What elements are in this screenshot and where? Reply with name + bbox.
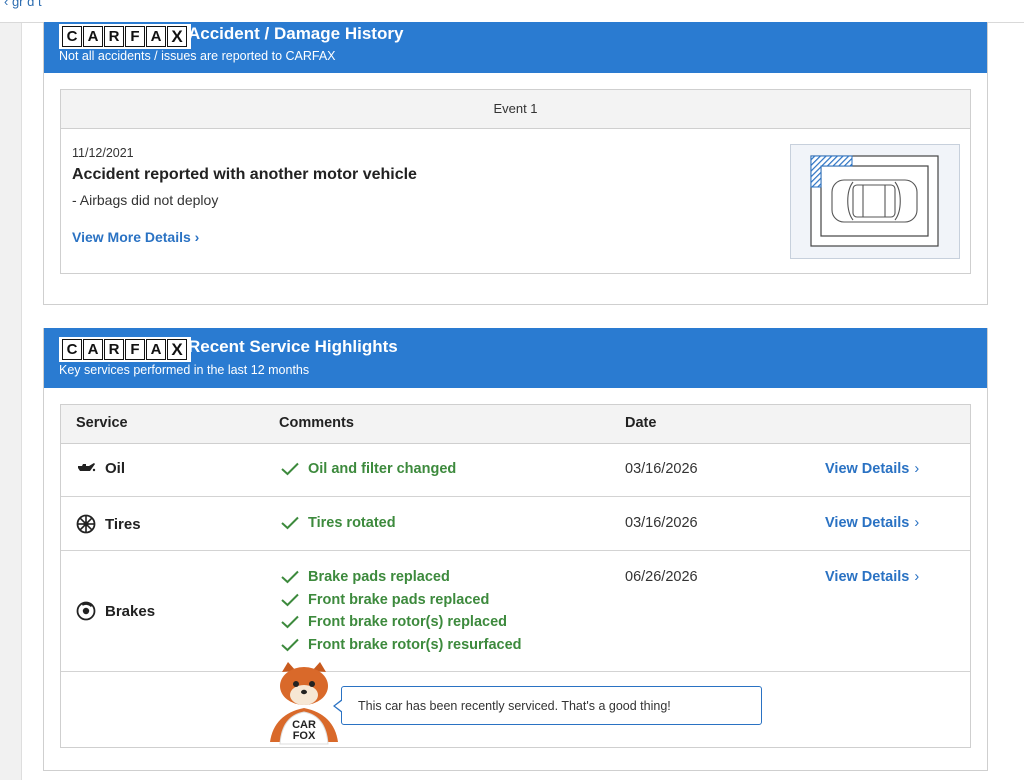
view-details-link[interactable]: View Details › xyxy=(825,515,919,531)
view-details-label: View Details xyxy=(825,569,910,585)
carfox-message-row: CAR FOX This car has been recently servi… xyxy=(61,662,970,747)
brake-disc-icon xyxy=(76,601,96,621)
logo-letter: R xyxy=(104,26,124,47)
carfox-mascot-icon: CAR FOX xyxy=(270,662,338,745)
check-icon xyxy=(281,638,299,652)
comment-text: Oil and filter changed xyxy=(308,461,457,478)
comment-item: Front brake pads replaced xyxy=(281,589,522,612)
check-icon xyxy=(281,517,299,530)
chevron-right-icon: › xyxy=(914,461,920,477)
comment-item: Tires rotated xyxy=(281,512,396,535)
service-name: Tires xyxy=(76,514,141,534)
accident-history-card: C A R F A X Accident / Damage History No… xyxy=(43,22,988,305)
comment-text: Front brake rotor(s) resurfaced xyxy=(308,636,522,653)
service-name: Brakes xyxy=(76,601,155,621)
check-icon xyxy=(281,463,299,476)
table-row: Tires Tires rotated 03/16/2026 View Deta… xyxy=(61,497,970,551)
logo-letter: F xyxy=(125,339,145,360)
comment-text: Front brake pads replaced xyxy=(308,591,490,608)
logo-letter: A xyxy=(146,339,166,360)
service-header: C A R F A X Recent Service Highlights Ke… xyxy=(44,328,987,388)
nav-fragment[interactable]: ‹ gr d t xyxy=(4,0,42,9)
damage-diagram xyxy=(790,144,960,259)
accident-header: C A R F A X Accident / Damage History No… xyxy=(44,22,987,73)
view-details-label: View Details xyxy=(825,461,910,477)
column-header-comments: Comments xyxy=(279,415,354,431)
left-rail xyxy=(0,0,22,780)
top-nav-strip: ‹ gr d t xyxy=(0,0,1024,23)
event-date: 11/12/2021 xyxy=(72,146,134,160)
logo-letter: A xyxy=(146,26,166,47)
logo-letter: C xyxy=(62,26,82,47)
comment-item: Front brake rotor(s) replaced xyxy=(281,611,522,634)
comment-item: Brake pads replaced xyxy=(281,566,522,589)
service-date: 03/16/2026 xyxy=(625,461,698,477)
view-details-link[interactable]: View Details › xyxy=(825,461,919,477)
check-icon xyxy=(281,616,299,629)
view-more-details-link[interactable]: View More Details › xyxy=(72,229,199,245)
carfax-logo: C A R F A X xyxy=(59,337,191,362)
service-highlights-card: C A R F A X Recent Service Highlights Ke… xyxy=(43,328,988,771)
comment-item: Front brake rotor(s) resurfaced xyxy=(281,634,522,657)
comment-text: Brake pads replaced xyxy=(308,569,450,586)
logo-letter: X xyxy=(167,339,187,360)
check-icon xyxy=(281,593,299,607)
check-icon xyxy=(281,571,299,584)
service-date: 06/26/2026 xyxy=(625,569,698,585)
service-label: Brakes xyxy=(105,602,156,620)
car-top-view-icon xyxy=(810,155,939,247)
accident-title: Accident / Damage History xyxy=(188,24,404,43)
table-row: Brakes Brake pads replaced Front brake p… xyxy=(61,551,970,672)
fox-speech-bubble: This car has been recently serviced. Tha… xyxy=(333,686,762,725)
service-table: Service Comments Date Oil Oil and filter… xyxy=(60,404,971,748)
column-header-service: Service xyxy=(76,415,128,431)
service-date: 03/16/2026 xyxy=(625,515,698,531)
carfax-logo: C A R F A X xyxy=(59,24,191,49)
event-label: Event 1 xyxy=(61,90,970,129)
event-headline: Accident reported with another motor veh… xyxy=(72,166,417,183)
comments-cell: Tires rotated xyxy=(281,512,396,535)
logo-letter: A xyxy=(83,26,103,47)
chevron-right-icon: › xyxy=(914,515,920,531)
table-header: Service Comments Date xyxy=(61,405,970,444)
logo-letter: C xyxy=(62,339,82,360)
service-subtitle: Key services performed in the last 12 mo… xyxy=(59,363,310,377)
comment-text: Tires rotated xyxy=(308,515,396,532)
comments-cell: Oil and filter changed xyxy=(281,458,456,481)
oil-can-icon xyxy=(78,462,96,471)
tire-icon xyxy=(76,514,96,534)
logo-letter: R xyxy=(104,339,124,360)
comment-text: Front brake rotor(s) replaced xyxy=(308,614,508,631)
event-note: - Airbags did not deploy xyxy=(72,192,219,208)
fox-shirt-text: FOX xyxy=(293,730,316,742)
event-box: Event 1 11/12/2021 Accident reported wit… xyxy=(60,89,971,274)
chevron-right-icon: › xyxy=(914,569,920,585)
accident-subtitle: Not all accidents / issues are reported … xyxy=(59,49,336,63)
logo-letter: X xyxy=(167,26,187,47)
service-label: Oil xyxy=(105,460,126,477)
service-label: Tires xyxy=(105,515,141,533)
logo-letter: A xyxy=(83,339,103,360)
service-name: Oil xyxy=(76,460,125,477)
logo-letter: F xyxy=(125,26,145,47)
table-row: Oil Oil and filter changed 03/16/2026 Vi… xyxy=(61,443,970,497)
service-title: Recent Service Highlights xyxy=(188,337,398,356)
column-header-date: Date xyxy=(625,415,657,431)
view-details-label: View Details xyxy=(825,515,910,531)
view-details-link[interactable]: View Details › xyxy=(825,569,919,585)
comment-item: Oil and filter changed xyxy=(281,458,456,481)
comments-cell: Brake pads replaced Front brake pads rep… xyxy=(281,566,522,656)
